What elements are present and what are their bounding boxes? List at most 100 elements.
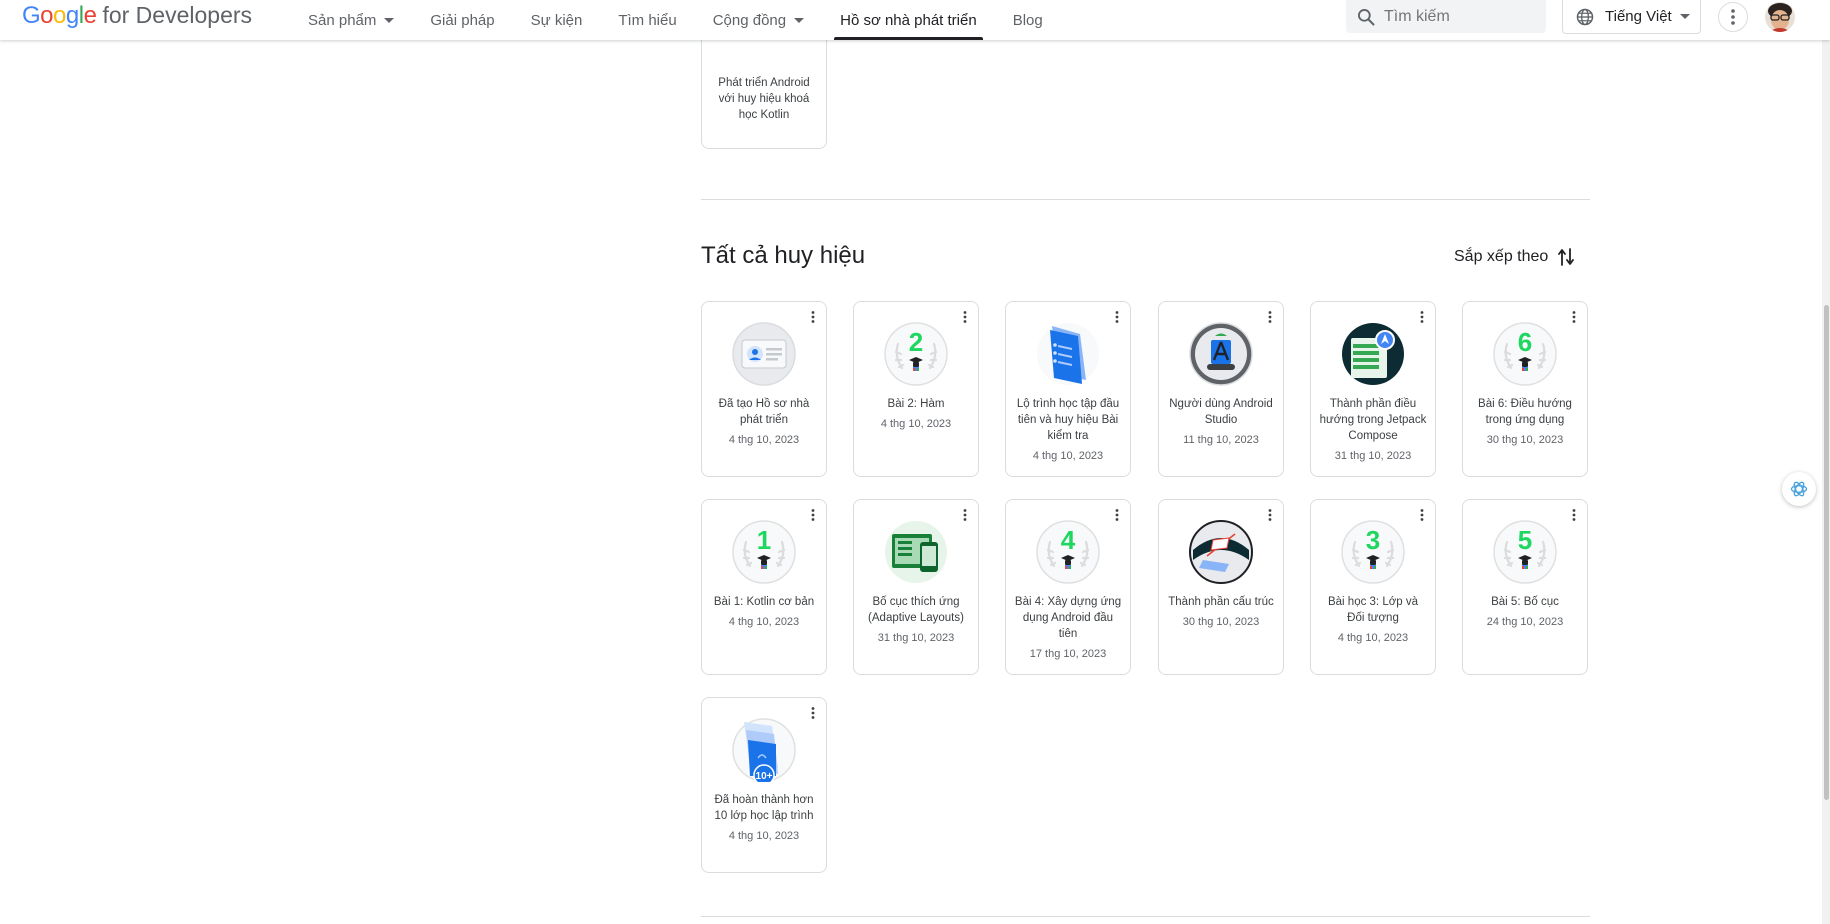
badge-card[interactable]: 10+ Đã hoàn thành hơn 10 lớp học lập trìn…: [701, 697, 827, 873]
badge-info: Người dùng Android Studio 11 thg 10, 2023: [1167, 396, 1275, 447]
svg-text:3: 3: [1366, 525, 1380, 555]
nav-item-label: Sản phẩm: [308, 11, 377, 29]
nav-item-events[interactable]: Sự kiện: [513, 0, 601, 40]
badge-info: Bài 6: Điều hướng trong ứng dụng 30 thg 1…: [1471, 396, 1579, 447]
badge-card[interactable]: 3 Bài học 3: Lớp và Đối tượng 4 thg 10, 2…: [1310, 499, 1436, 675]
logo-letter: o: [40, 2, 54, 29]
assistant-button[interactable]: [1782, 472, 1816, 506]
nav-item-developer-profile[interactable]: Hồ sơ nhà phát triển: [822, 0, 995, 40]
badge-info: Bài 5: Bố cục 24 thg 10, 2023: [1471, 594, 1579, 629]
more-vert-icon[interactable]: [1415, 310, 1429, 324]
badge-card[interactable]: 5 Bài 5: Bố cục 24 thg 10, 2023: [1462, 499, 1588, 675]
sort-label: Sắp xếp theo: [1454, 248, 1549, 265]
badge-info: Thành phần cấu trúc 30 thg 10, 2023: [1167, 594, 1275, 629]
more-vert-icon[interactable]: [958, 310, 972, 324]
nav-item-blog[interactable]: Blog: [995, 0, 1061, 40]
sort-button[interactable]: Sắp xếp theo: [1454, 248, 1575, 266]
codelabs-badge-icon: 10+: [732, 718, 796, 782]
nav-item-label: Sự kiện: [530, 11, 583, 29]
more-vert-icon: [1731, 9, 1735, 25]
more-vert-icon[interactable]: [806, 706, 820, 720]
navigation-badge-icon: [1342, 323, 1404, 385]
nav-item-solutions[interactable]: Giải pháp: [412, 0, 512, 40]
caret-down-icon: [1679, 14, 1690, 19]
svg-text:2: 2: [909, 327, 923, 357]
logo-letter: e: [83, 2, 97, 29]
more-vert-icon[interactable]: [958, 508, 972, 522]
badge-card[interactable]: Bố cục thích ứng (Adaptive Layouts) 31 th…: [853, 499, 979, 675]
nav-item-label: Giải pháp: [430, 11, 495, 29]
badge-info: Bài 1: Kotlin cơ bản 4 thg 10, 2023: [710, 594, 818, 629]
badge-title: Bài 2: Hàm: [887, 398, 945, 410]
more-options-button[interactable]: [1718, 2, 1748, 32]
badge-date: 4 thg 10, 2023: [1032, 450, 1104, 462]
badge-title: Thành phần cấu trúc: [1168, 596, 1274, 608]
badge-card[interactable]: 1 Bài 1: Kotlin cơ bản 4 thg 10, 2023: [701, 499, 827, 675]
badge-date: 24 thg 10, 2023: [1486, 616, 1564, 628]
badge-title: Người dùng Android Studio: [1169, 398, 1273, 426]
number-badge-icon: 5: [1493, 520, 1557, 584]
more-vert-icon[interactable]: [1263, 310, 1277, 324]
language-selector[interactable]: Tiếng Việt: [1562, 0, 1701, 34]
logo-letter: G: [22, 2, 41, 29]
more-vert-icon[interactable]: [1110, 310, 1124, 324]
more-vert-icon[interactable]: [806, 310, 820, 324]
badge-card[interactable]: Lộ trình học tập đầu tiên và huy hiệu Bà…: [1005, 301, 1131, 477]
more-vert-icon[interactable]: [1263, 508, 1277, 522]
nav-item-label: Hồ sơ nhà phát triển: [840, 11, 977, 29]
badge-info: Thành phần điều hướng trong Jetpack Comp…: [1319, 396, 1427, 463]
scrollbar-thumb[interactable]: [1824, 305, 1829, 800]
badge-card[interactable]: Người dùng Android Studio 11 thg 10, 2023: [1158, 301, 1284, 477]
more-vert-icon[interactable]: [1110, 508, 1124, 522]
android-studio-badge-icon: [1189, 322, 1253, 386]
section-heading: Tất cả huy hiệu: [701, 242, 866, 269]
search-icon: [1358, 8, 1375, 25]
top-app-bar: Google for Developers Sản phẩm Giải pháp…: [0, 0, 1830, 40]
nav-item-products[interactable]: Sản phẩm: [290, 0, 412, 40]
badge-card[interactable]: 4 Bài 4: Xây dựng ứng dụng Android đầu t…: [1005, 499, 1131, 675]
search-input[interactable]: [1384, 7, 1534, 26]
badge-info: Bài học 3: Lớp và Đối tượng 4 thg 10, 202…: [1319, 594, 1427, 645]
user-avatar[interactable]: [1765, 2, 1795, 32]
badge-info: Bài 2: Hàm 4 thg 10, 2023: [862, 396, 970, 431]
badge-date: 4 thg 10, 2023: [1337, 632, 1409, 644]
badge-card[interactable]: Thành phần điều hướng trong Jetpack Comp…: [1310, 301, 1436, 477]
badge-info: Lộ trình học tập đầu tiên và huy hiệu Bà…: [1014, 396, 1122, 463]
nav-item-label: Tìm hiểu: [618, 11, 677, 29]
badge-title: Bài 4: Xây dựng ứng dụng Android đầu tiê…: [1014, 596, 1122, 640]
architecture-badge-icon: [1189, 520, 1253, 584]
badge-info: Bài 4: Xây dựng ứng dụng Android đầu tiê…: [1014, 594, 1122, 661]
svg-text:5: 5: [1518, 525, 1532, 555]
number-badge-icon: 3: [1341, 520, 1405, 584]
badge-title: Phát triển Android với huy hiệu khoá học…: [718, 77, 810, 121]
more-vert-icon[interactable]: [1567, 508, 1581, 522]
badge-card[interactable]: 6 Bài 6: Điều hướng trong ứng dụng 30 thg…: [1462, 301, 1588, 477]
search-box[interactable]: [1346, 0, 1546, 33]
badge-title: Bài 6: Điều hướng trong ứng dụng: [1478, 398, 1572, 426]
badge-info: Bố cục thích ứng (Adaptive Layouts) 31 th…: [862, 594, 970, 645]
badge-card[interactable]: Thành phần cấu trúc 30 thg 10, 2023: [1158, 499, 1284, 675]
more-vert-icon[interactable]: [806, 508, 820, 522]
caret-down-icon: [384, 17, 395, 23]
more-vert-icon[interactable]: [1415, 508, 1429, 522]
badge-card[interactable]: Đã tạo Hồ sơ nhà phát triển 4 thg 10, 202…: [701, 301, 827, 477]
badge-title: Lộ trình học tập đầu tiên và huy hiệu Bà…: [1016, 398, 1120, 442]
nav-item-label: Blog: [1012, 11, 1043, 29]
badge-title: Bố cục thích ứng (Adaptive Layouts): [868, 596, 964, 624]
badge-date: 4 thg 10, 2023: [728, 616, 800, 628]
nav-item-learn[interactable]: Tìm hiểu: [600, 0, 694, 40]
badge-date: 30 thg 10, 2023: [1486, 434, 1564, 446]
google-for-developers-logo[interactable]: Google for Developers: [22, 2, 252, 32]
adaptive-layout-badge-icon: [885, 521, 947, 583]
number-badge-icon: 4: [1036, 520, 1100, 584]
profile-badge-icon: [732, 322, 796, 386]
svg-text:10+: 10+: [756, 771, 773, 782]
nav-item-community[interactable]: Cộng đồng: [695, 0, 822, 40]
language-label: Tiếng Việt: [1605, 8, 1672, 25]
logo-suffix: for Developers: [102, 2, 253, 28]
badge-title: Đã hoàn thành hơn 10 lớp học lập trình: [714, 794, 814, 822]
badge-title: Bài học 3: Lớp và Đối tượng: [1327, 596, 1418, 624]
more-vert-icon[interactable]: [1567, 310, 1581, 324]
number-badge-icon: 6: [1493, 322, 1557, 386]
badge-card[interactable]: 2 Bài 2: Hàm 4 thg 10, 2023: [853, 301, 979, 477]
